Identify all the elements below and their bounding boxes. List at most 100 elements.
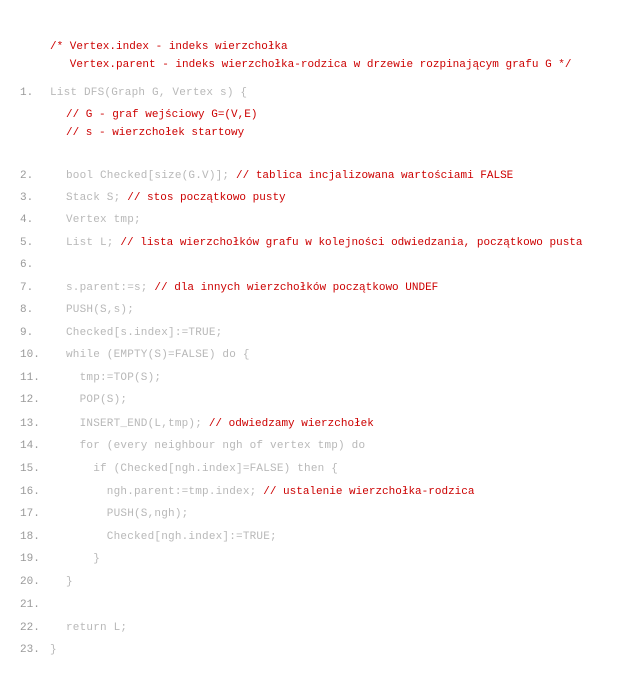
code-line: 17. PUSH(S,ngh);	[0, 506, 625, 522]
code-line: // G - graf wejściowy G=(V,E)	[0, 107, 625, 123]
code-text: Checked[s.index]:=TRUE;	[66, 327, 223, 339]
code-text: List DFS(Graph G, Vertex s) {	[50, 87, 248, 99]
line-number: 6.	[20, 259, 34, 271]
code-text: for (every neighbour ngh of vertex tmp) …	[66, 440, 366, 452]
code-line: 20.}	[0, 574, 625, 590]
line-number: 16.	[20, 486, 40, 498]
code-line: 5. List L; // lista wierzchołków grafu w …	[0, 235, 625, 251]
line-number: 10.	[20, 349, 40, 361]
code-content: Checked[ngh.index]:=TRUE;	[66, 529, 277, 545]
line-number: 8.	[20, 304, 34, 316]
header-comment-line: Vertex.parent - indeks wierzchołka-rodzi…	[0, 41, 625, 71]
code-line: 21.	[0, 597, 625, 613]
code-content: for (every neighbour ngh of vertex tmp) …	[66, 438, 365, 454]
code-text: Stack S;	[66, 192, 128, 204]
code-line: 22. return L;	[0, 620, 625, 636]
code-line: 23.}	[0, 642, 625, 658]
code-content: // s - wierzchołek startowy	[66, 125, 244, 141]
code-line: 4. Vertex tmp;	[0, 212, 625, 228]
code-line: 10. while (EMPTY(S)=FALSE) do {	[0, 347, 625, 363]
code-text: Checked[ngh.index]:=TRUE;	[66, 531, 277, 543]
code-text: PUSH(S,ngh);	[66, 508, 189, 520]
line-number: 14.	[20, 440, 40, 452]
code-comment: // dla innych wierzchołków początkowo UN…	[154, 282, 439, 294]
code-text: bool Checked[size(G.V)];	[66, 170, 237, 182]
code-comment: // stos początkowo pusty	[127, 192, 286, 204]
code-comment: // ustalenie wierzchołka-rodzica	[263, 486, 475, 498]
line-number: 21.	[20, 599, 40, 611]
code-content: return L;	[66, 620, 127, 636]
header-comment-text: Vertex.parent - indeks wierzchołka-rodzi…	[50, 59, 572, 71]
line-number: 1.	[20, 87, 34, 99]
code-line: 14. for (every neighbour ngh of vertex t…	[0, 438, 625, 454]
line-number: 2.	[20, 170, 34, 182]
line-number: 4.	[20, 214, 34, 226]
code-text: if (Checked[ngh.index]=FALSE) then {	[66, 463, 339, 475]
code-text: INSERT_END(L,tmp);	[66, 418, 209, 430]
line-number: 17.	[20, 508, 40, 520]
line-number: 3.	[20, 192, 34, 204]
code-line: // s - wierzchołek startowy	[0, 125, 625, 141]
code-content: List DFS(Graph G, Vertex s) {	[50, 85, 247, 101]
code-content: }	[66, 551, 100, 567]
code-line: 7. s.parent:=s; // dla innych wierzchołkó…	[0, 280, 625, 296]
code-content: }	[66, 574, 73, 590]
code-line: 11. tmp:=TOP(S);	[0, 370, 625, 386]
code-content: Checked[s.index]:=TRUE;	[66, 325, 222, 341]
code-line: 1. List DFS(Graph G, Vertex s) {	[0, 85, 625, 101]
code-line: 18. Checked[ngh.index]:=TRUE;	[0, 529, 625, 545]
code-content: bool Checked[size(G.V)]; // tablica incj…	[66, 168, 513, 184]
line-number: 7.	[20, 282, 34, 294]
line-number: 19.	[20, 553, 40, 565]
line-number: 20.	[20, 576, 40, 588]
code-content: }	[50, 642, 57, 658]
code-comment: // lista wierzchołków grafu w kolejności…	[120, 237, 583, 249]
code-content: ngh.parent:=tmp.index; // ustalenie wier…	[66, 484, 475, 500]
code-line: 16. ngh.parent:=tmp.index; // ustalenie …	[0, 484, 625, 500]
line-number: 5.	[20, 237, 34, 249]
code-content: // G - graf wejściowy G=(V,E)	[66, 107, 257, 123]
code-content: Stack S; // stos początkowo pusty	[66, 190, 286, 206]
code-content: INSERT_END(L,tmp); // odwiedzamy wierzch…	[66, 416, 374, 432]
code-text: List L;	[66, 237, 121, 249]
code-text: }	[66, 576, 73, 588]
code-comment: // tablica incjalizowana wartościami FAL…	[236, 170, 514, 182]
line-number: 18.	[20, 531, 40, 543]
line-number: 13.	[20, 418, 40, 430]
code-listing: /* Vertex.index - indeks wierzchołka Ver…	[0, 0, 625, 693]
code-content: s.parent:=s; // dla innych wierzchołków …	[66, 280, 438, 296]
code-content: PUSH(S,s);	[66, 302, 134, 318]
code-text: PUSH(S,s);	[66, 304, 135, 316]
code-text: }	[66, 553, 101, 565]
line-number: 9.	[20, 327, 34, 339]
code-content: List L; // lista wierzchołków grafu w ko…	[66, 235, 583, 251]
code-content: Vertex tmp;	[66, 212, 141, 228]
line-number: 12.	[20, 394, 40, 406]
code-text: s.parent:=s;	[66, 282, 155, 294]
line-number: 11.	[20, 372, 40, 384]
code-text: while (EMPTY(S)=FALSE) do {	[66, 349, 250, 361]
code-line: 19. }	[0, 551, 625, 567]
code-line: 13. INSERT_END(L,tmp); // odwiedzamy wie…	[0, 416, 625, 432]
header-comment-line: /* Vertex.index - indeks wierzchołka	[0, 23, 625, 53]
code-comment: // G - graf wejściowy G=(V,E)	[66, 109, 258, 121]
code-comment: // odwiedzamy wierzchołek	[208, 418, 374, 430]
line-number: 23.	[20, 644, 40, 656]
code-text: Vertex tmp;	[66, 214, 141, 226]
code-text: ngh.parent:=tmp.index;	[66, 486, 264, 498]
code-text: tmp:=TOP(S);	[66, 372, 162, 384]
code-text: return L;	[66, 622, 128, 634]
code-text: }	[50, 644, 57, 656]
code-content: PUSH(S,ngh);	[66, 506, 188, 522]
code-content: tmp:=TOP(S);	[66, 370, 161, 386]
line-number: 15.	[20, 463, 40, 475]
code-comment: // s - wierzchołek startowy	[66, 127, 245, 139]
code-line: 8. PUSH(S,s);	[0, 302, 625, 318]
code-line: 15. if (Checked[ngh.index]=FALSE) then {	[0, 461, 625, 477]
code-content: if (Checked[ngh.index]=FALSE) then {	[66, 461, 338, 477]
code-content: POP(S);	[66, 392, 127, 408]
code-line: 12. POP(S);	[0, 392, 625, 408]
line-number: 22.	[20, 622, 40, 634]
code-line: 3. Stack S; // stos początkowo pusty	[0, 190, 625, 206]
code-content: while (EMPTY(S)=FALSE) do {	[66, 347, 250, 363]
